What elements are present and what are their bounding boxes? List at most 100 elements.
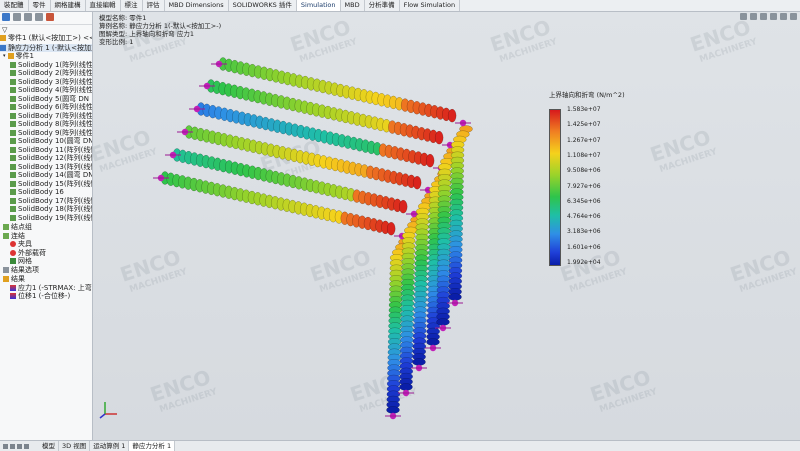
tree-body-item[interactable]: SolidBody 14(圆弯 DN4 bbox=[10, 171, 92, 180]
first-tab-icon[interactable] bbox=[3, 443, 8, 449]
prev-tab-icon[interactable] bbox=[10, 443, 15, 449]
mesh-element bbox=[398, 199, 408, 214]
tree-body-item[interactable]: SolidBody 4(阵列(线性) bbox=[10, 86, 92, 95]
tree-body-item[interactable]: SolidBody 5(圆弯 DN bbox=[10, 95, 92, 104]
tree-fixtures[interactable]: 连结 bbox=[0, 232, 92, 241]
tree-body-item[interactable]: SolidBody 3(阵列(线性) bbox=[10, 78, 92, 87]
config-icon[interactable] bbox=[24, 13, 32, 21]
tab-mesh[interactable]: 網格建構 bbox=[51, 0, 86, 11]
solid-body-icon bbox=[10, 78, 16, 85]
tab-simulation[interactable]: Simulation bbox=[296, 0, 341, 11]
tab-flow-simulation[interactable]: Flow Simulation bbox=[400, 0, 461, 11]
stress-plot-model[interactable] bbox=[93, 12, 800, 440]
solid-body-icon bbox=[10, 138, 16, 145]
mesh-element bbox=[412, 175, 422, 190]
solid-body-list: SolidBody 1(阵列(线性) SolidBody 2(阵列(线性) Soli… bbox=[0, 61, 92, 223]
ribbon-tab-bar: 裝配體 零件 網格建構 直接編輯 標注 評估 MBD Dimensions SO… bbox=[0, 0, 800, 12]
display-icon[interactable] bbox=[46, 13, 54, 21]
dimxpert-icon[interactable] bbox=[35, 13, 43, 21]
solid-body-icon bbox=[10, 146, 16, 153]
tree-body-item[interactable]: SolidBody 13(阵列(线性) bbox=[10, 163, 92, 172]
part-icon bbox=[7, 53, 14, 60]
tree-body-item[interactable]: SolidBody 12(阵列(线性) bbox=[10, 154, 92, 163]
tree-mesh-item[interactable]: 网格 bbox=[0, 257, 92, 266]
solid-body-icon bbox=[10, 163, 16, 170]
tree-body-item[interactable]: SolidBody 17(阵列(线性) bbox=[10, 197, 92, 206]
tree-body-item[interactable]: SolidBody 9(阵列(线性) bbox=[10, 129, 92, 138]
tree-part[interactable]: ▾ 零件1 bbox=[0, 52, 92, 61]
tab-analysis-prep[interactable]: 分析準備 bbox=[365, 0, 400, 11]
solid-body-icon bbox=[10, 87, 16, 94]
solid-body-icon bbox=[10, 104, 16, 111]
legend-tick-label: 1.108e+07 bbox=[567, 151, 601, 159]
tree-connections[interactable]: 结点组 bbox=[0, 223, 92, 232]
tree-result-options[interactable]: 结果选项 bbox=[0, 266, 92, 275]
tab-mbd-dimensions[interactable]: MBD Dimensions bbox=[165, 0, 229, 11]
tree-root[interactable]: 零件1 (默认<按加工>) <<默 bbox=[0, 34, 92, 43]
property-icon[interactable] bbox=[13, 13, 21, 21]
tree-body-item[interactable]: SolidBody 2(阵列(线性) bbox=[10, 69, 92, 78]
mesh-element bbox=[436, 318, 450, 326]
solid-body-icon bbox=[10, 214, 16, 221]
tab-evaluate[interactable]: 評估 bbox=[143, 0, 165, 11]
solid-body-icon bbox=[10, 155, 16, 162]
tree-body-item[interactable]: SolidBody 6(阵列(线性) bbox=[10, 103, 92, 112]
filter-icon[interactable]: ▽ bbox=[2, 26, 7, 34]
tree-body-item[interactable]: SolidBody 11(阵列(线性) bbox=[10, 146, 92, 155]
next-tab-icon[interactable] bbox=[17, 443, 22, 449]
feature-tree-icon[interactable] bbox=[2, 13, 10, 21]
tree-result-displacement[interactable]: 位移1 (-合位移-) bbox=[0, 292, 92, 301]
legend-tick-label: 3.183e+06 bbox=[567, 228, 601, 236]
tree-body-item[interactable]: SolidBody 19(阵列(线性) bbox=[10, 214, 92, 223]
pipe-segment[interactable] bbox=[153, 171, 412, 420]
feature-manager-tree: ▽ 零件1 (默认<按加工>) <<默 静应力分析 1 (-默认<按加工>-) … bbox=[0, 12, 93, 440]
solid-body-icon bbox=[10, 129, 16, 136]
tree-results[interactable]: 结果 bbox=[0, 275, 92, 284]
solid-body-icon bbox=[10, 121, 16, 128]
tab-markup[interactable]: 標注 bbox=[121, 0, 143, 11]
tab-assembly[interactable]: 裝配體 bbox=[0, 0, 29, 11]
stress-plot-icon bbox=[10, 284, 16, 291]
load-icon bbox=[10, 249, 16, 256]
tab-solidworks-addins[interactable]: SOLIDWORKS 插件 bbox=[229, 0, 297, 11]
solid-body-icon bbox=[10, 172, 16, 179]
mesh-element bbox=[447, 108, 457, 123]
graphics-area[interactable]: ENCO MACHINERY ENCO MACHINERY ENCO MACHINERY E… bbox=[93, 12, 800, 440]
tab-direct-edit[interactable]: 直接編輯 bbox=[86, 0, 121, 11]
tree-body-item[interactable]: SolidBody 8(阵列(线性) bbox=[10, 120, 92, 129]
chevron-down-icon[interactable]: ▾ bbox=[3, 52, 6, 61]
solid-body-icon bbox=[10, 61, 16, 68]
tree-result-stress[interactable]: 应力1 (-STRMAX: 上弯曲) bbox=[0, 284, 92, 293]
filter-row[interactable]: ▽ bbox=[0, 25, 92, 34]
mesh-element bbox=[425, 153, 435, 168]
last-tab-icon[interactable] bbox=[24, 443, 29, 449]
tree-body-item[interactable]: SolidBody 7(阵列(线性) bbox=[10, 112, 92, 121]
tree-body-item[interactable]: SolidBody 1(阵列(线性) bbox=[10, 61, 92, 70]
tree-body-item[interactable]: SolidBody 16 bbox=[10, 188, 92, 197]
part-icon bbox=[0, 35, 6, 42]
tree-fixture-item[interactable]: 夹具 bbox=[0, 240, 92, 249]
mesh-icon bbox=[10, 258, 16, 265]
mesh-element bbox=[399, 383, 413, 391]
results-folder-icon bbox=[3, 276, 9, 283]
panel-toolbar bbox=[0, 12, 92, 25]
mesh-element bbox=[412, 358, 426, 366]
legend-tick-label: 1.601e+06 bbox=[567, 243, 601, 251]
solid-body-icon bbox=[10, 112, 16, 119]
mesh-element bbox=[426, 338, 440, 346]
study-icon bbox=[0, 44, 6, 51]
tree-body-item[interactable]: SolidBody 10(圆弯 DN4 bbox=[10, 137, 92, 146]
legend-tick-label: 6.345e+06 bbox=[567, 197, 601, 205]
options-icon bbox=[3, 266, 9, 273]
legend-tick-label: 1.425e+07 bbox=[567, 121, 601, 129]
tree-study[interactable]: 静应力分析 1 (-默认<按加工>-) bbox=[0, 43, 92, 52]
solid-body-icon bbox=[10, 180, 16, 187]
solid-body-icon bbox=[10, 70, 16, 77]
tree-body-item[interactable]: SolidBody 15(阵列(线性) bbox=[10, 180, 92, 189]
tree-body-item[interactable]: SolidBody 18(阵列(线性) bbox=[10, 205, 92, 214]
tab-mbd[interactable]: MBD bbox=[341, 0, 365, 11]
triad-axes-icon bbox=[99, 402, 117, 419]
tree-load-item[interactable]: 外部载荷 bbox=[0, 249, 92, 258]
solid-body-icon bbox=[10, 189, 16, 196]
tab-part[interactable]: 零件 bbox=[29, 0, 51, 11]
